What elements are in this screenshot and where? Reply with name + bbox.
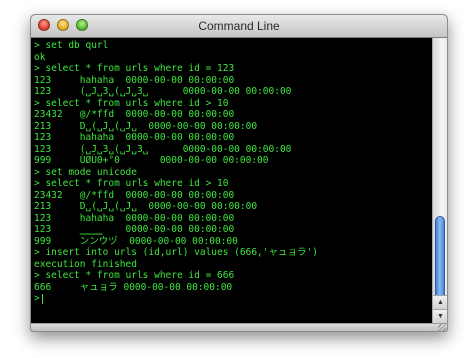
terminal-line: 213 D␣(␣J␣(␣J␣ 0000-00-00 00:00:00 (34, 120, 258, 132)
text-cursor (41, 293, 43, 304)
terminal-line: 999 ÙØÙ0+°0 0000-00-00 00:00:00 (34, 155, 269, 166)
terminal-lines: > set db qurl ok > select * from urls wh… (34, 40, 318, 305)
terminal-line: > select * from urls where id = 123 (34, 63, 235, 74)
terminal-output[interactable]: > set db qurl ok > select * from urls wh… (31, 38, 431, 323)
terminal-line: > set db qurl (34, 40, 109, 51)
terminal-line: 23432 @/*ffd 0000-00-00 00:00:00 (34, 189, 235, 201)
arrow-up-icon[interactable]: ▲ (433, 295, 447, 310)
terminal-line: 23432 @/*ffd 0000-00-00 00:00:00 (34, 109, 235, 120)
terminal-line: 213 D␣(␣J␣(␣J␣ 0000-00-00 00:00:00 (34, 201, 258, 212)
terminal-line: > select * from urls where id = 666 (34, 270, 235, 281)
terminal-line: 123 (␣J␣3␣(␣J␣3␣ 0000-00-00 00:00:00 (34, 143, 292, 155)
terminal-window: Command Line > set db qurl ok > select *… (30, 14, 448, 332)
window-title: Command Line (198, 19, 280, 33)
window-bottom-bar (31, 323, 447, 331)
terminal-line: ok (34, 51, 46, 63)
resize-grip-icon[interactable] (438, 324, 446, 331)
vertical-scrollbar[interactable]: ▲ ▼ (432, 38, 447, 324)
terminal-line: 123 hahaha 0000-00-00 00:00:00 (34, 212, 235, 224)
prompt-symbol: > (34, 293, 40, 304)
title-bar[interactable]: Command Line (31, 15, 447, 38)
terminal-line: > select * from urls where id > 10 (34, 97, 229, 109)
terminal-line: 123 ‗‗‗‗ 0000-00-00 00:00:00 (34, 224, 235, 235)
terminal-line: > select * from urls where id > 10 (34, 178, 229, 189)
terminal-line: 123 (␣J␣3␣(␣J␣3␣ 0000-00-00 00:00:00 (34, 86, 292, 97)
terminal-line: > insert into urls (id,url) values (666,… (34, 247, 318, 258)
terminal-line: 123 hahaha 0000-00-00 00:00:00 (34, 132, 235, 143)
arrow-down-icon[interactable]: ▼ (433, 309, 447, 324)
terminal-line: execution finished (34, 258, 137, 270)
terminal-line: 666 ャュョラ 0000-00-00 00:00:00 (34, 281, 233, 293)
prompt-line[interactable]: > (34, 293, 318, 305)
terminal-line: 999 ンンウヅ 0000-00-00 00:00:00 (34, 235, 238, 247)
terminal-line: 123 hahaha 0000-00-00 00:00:00 (34, 74, 235, 86)
terminal-line: > set mode unicode (34, 166, 137, 178)
